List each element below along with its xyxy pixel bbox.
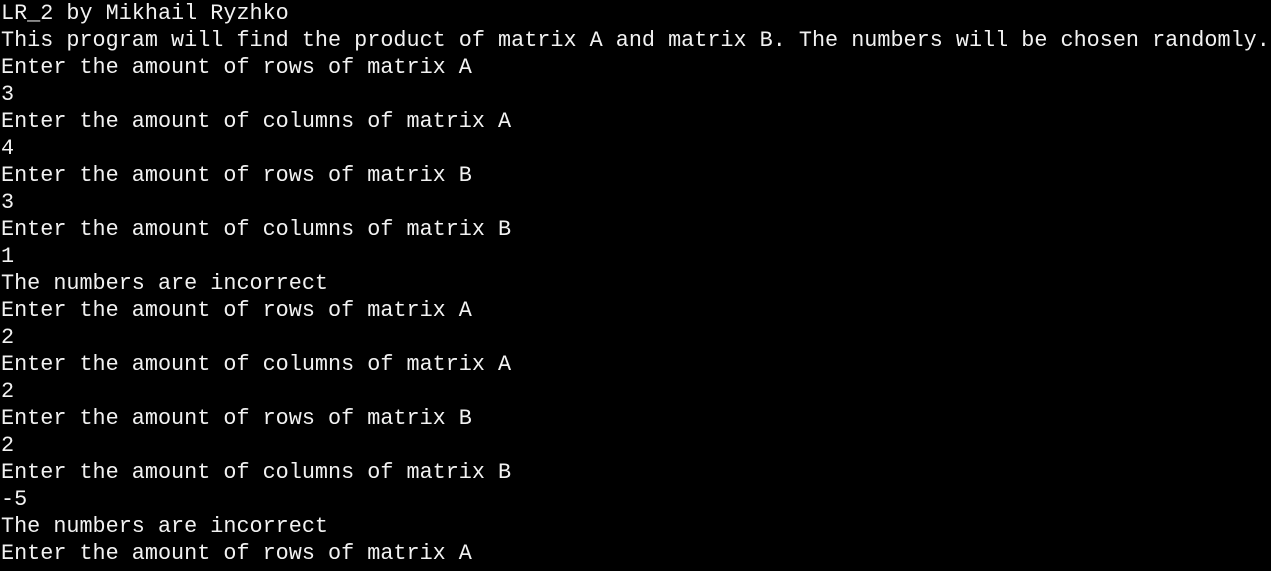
console-line-error: The numbers are incorrect xyxy=(1,514,329,539)
console-line-prompt: Enter the amount of rows of matrix B xyxy=(1,406,472,431)
console-line-prompt: Enter the amount of rows of matrix A xyxy=(1,541,472,566)
console-line-input: 2 xyxy=(1,433,15,458)
console-line-prompt: Enter the amount of columns of matrix B xyxy=(1,460,512,485)
console-line-input: 3 xyxy=(1,82,15,107)
console-line-input: -5 xyxy=(1,487,28,512)
console-line-prompt: Enter the amount of columns of matrix B xyxy=(1,217,512,242)
console-line-description: This program will find the product of ma… xyxy=(1,28,1270,53)
console-line-input: 3 xyxy=(1,190,15,215)
console-line-input: 4 xyxy=(1,136,15,161)
console-line-prompt: Enter the amount of rows of matrix A xyxy=(1,55,472,80)
console-output[interactable]: LR_2 by Mikhail Ryzhko This program will… xyxy=(0,0,1271,571)
console-line-input: 2 xyxy=(1,379,15,404)
console-line-input: 1 xyxy=(1,244,15,269)
console-line-prompt: Enter the amount of columns of matrix A xyxy=(1,109,512,134)
console-line-prompt: Enter the amount of columns of matrix A xyxy=(1,352,512,377)
console-line-error: The numbers are incorrect xyxy=(1,271,329,296)
console-line-title: LR_2 by Mikhail Ryzhko xyxy=(1,1,289,26)
console-line-prompt: Enter the amount of rows of matrix A xyxy=(1,298,472,323)
console-line-input: 2 xyxy=(1,325,15,350)
console-line-prompt: Enter the amount of rows of matrix B xyxy=(1,163,472,188)
